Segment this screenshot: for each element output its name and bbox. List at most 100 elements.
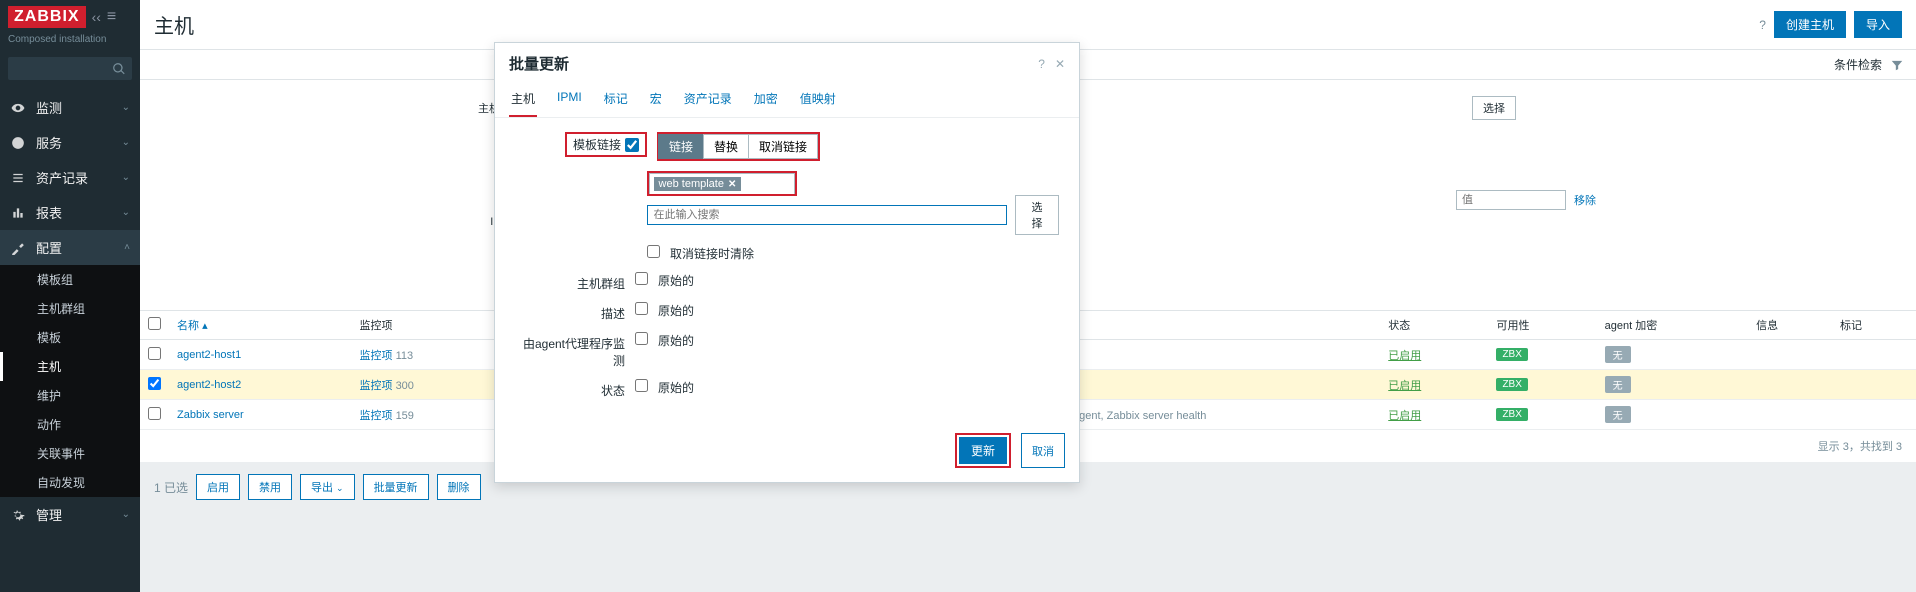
status-link[interactable]: 已启用 <box>1388 380 1421 392</box>
sidebar-item-services[interactable]: 服务⌄ <box>0 125 140 160</box>
mtab-host[interactable]: 主机 <box>509 84 537 117</box>
sidebar-search[interactable] <box>8 57 132 80</box>
sidebar-item-monitor[interactable]: 监测⌄ <box>0 90 140 125</box>
items-link[interactable]: 监控项 <box>360 410 393 422</box>
export-button[interactable]: 导出⌄ <box>300 474 355 500</box>
clear-on-unlink-checkbox[interactable] <box>647 245 660 258</box>
mtab-inventory[interactable]: 资产记录 <box>682 84 734 117</box>
chevron-up-icon: ˄ <box>124 242 130 253</box>
sub-template-groups[interactable]: 模板组 <box>0 265 140 294</box>
collapse-icon[interactable]: ‹‹ <box>92 9 101 25</box>
modal-row-checkbox[interactable] <box>635 302 648 315</box>
col-agent-enc[interactable]: agent 加密 <box>1597 311 1748 340</box>
filter-select-button[interactable]: 选择 <box>1472 96 1516 120</box>
template-chip-box: web template ✕ <box>647 171 797 196</box>
modal-row-label: 主机群组 <box>515 272 625 292</box>
selected-count: 1 已选 <box>154 479 188 496</box>
chevron-down-icon: ⌄ <box>122 137 130 148</box>
sidebar-item-inventory[interactable]: 资产记录⌄ <box>0 160 140 195</box>
zbx-badge: ZBX <box>1496 408 1527 421</box>
sidebar-item-admin[interactable]: 管理⌄ <box>0 497 140 532</box>
modal-body: 模板链接 链接 替换 取消链接 web template <box>495 118 1079 423</box>
sub-templates[interactable]: 模板 <box>0 323 140 352</box>
sub-maintenance[interactable]: 维护 <box>0 381 140 410</box>
search-icon[interactable] <box>112 61 126 76</box>
delete-button[interactable]: 删除 <box>437 474 481 500</box>
install-subtitle: Composed installation <box>0 34 140 53</box>
link-mode-segmented: 链接 替换 取消链接 <box>657 132 820 161</box>
mtab-macros[interactable]: 宏 <box>648 84 664 117</box>
update-button[interactable]: 更新 <box>959 437 1007 464</box>
seg-unlink[interactable]: 取消链接 <box>748 134 818 159</box>
massupdate-button[interactable]: 批量更新 <box>363 474 429 500</box>
sub-actions[interactable]: 动作 <box>0 410 140 439</box>
eye-icon <box>10 100 26 116</box>
help-icon[interactable]: ? <box>1759 18 1766 32</box>
encryption-badge: 无 <box>1605 406 1631 423</box>
modal-row-value: 原始的 <box>658 272 694 289</box>
items-link[interactable]: 监控项 <box>360 380 393 392</box>
cancel-button[interactable]: 取消 <box>1021 433 1065 468</box>
modal-row-value: 原始的 <box>658 379 694 396</box>
seg-link[interactable]: 链接 <box>658 134 704 159</box>
template-search-input[interactable] <box>647 205 1008 225</box>
mtab-encryption[interactable]: 加密 <box>752 84 780 117</box>
modal-close-icon[interactable]: ✕ <box>1055 57 1065 71</box>
status-link[interactable]: 已启用 <box>1388 410 1421 422</box>
encryption-badge: 无 <box>1605 376 1631 393</box>
select-all-checkbox[interactable] <box>148 317 161 330</box>
tag-remove-link[interactable]: 移除 <box>1574 192 1596 208</box>
tag-value-input[interactable] <box>1456 190 1566 210</box>
mtab-tags[interactable]: 标记 <box>602 84 630 117</box>
items-link[interactable]: 监控项 <box>360 350 393 362</box>
row-checkbox[interactable] <box>148 407 161 420</box>
modal-row-checkbox[interactable] <box>635 379 648 392</box>
filter-toggle-label[interactable]: 条件检索 <box>1834 56 1882 73</box>
chip-remove-icon[interactable]: ✕ <box>728 179 736 190</box>
chevron-down-icon: ⌄ <box>122 172 130 183</box>
mtab-ipmi[interactable]: IPMI <box>555 84 584 117</box>
mtab-valuemap[interactable]: 值映射 <box>798 84 838 117</box>
col-availability[interactable]: 可用性 <box>1488 311 1596 340</box>
enable-button[interactable]: 启用 <box>196 474 240 500</box>
modal-row-label: 描述 <box>515 302 625 322</box>
seg-replace[interactable]: 替换 <box>703 134 749 159</box>
row-checkbox[interactable] <box>148 377 161 390</box>
brand-logo: ZABBIX <box>8 6 86 28</box>
template-chip: web template ✕ <box>654 177 742 191</box>
modal-row-value: 原始的 <box>658 302 694 319</box>
col-info[interactable]: 信息 <box>1748 311 1832 340</box>
sub-host-groups[interactable]: 主机群组 <box>0 294 140 323</box>
template-link-checkbox[interactable] <box>625 138 639 152</box>
chevron-down-icon: ⌄ <box>122 509 130 520</box>
zbx-badge: ZBX <box>1496 378 1527 391</box>
host-name-link[interactable]: agent2-host2 <box>177 379 241 391</box>
sidebar-search-input[interactable] <box>14 61 112 76</box>
sub-correlation[interactable]: 关联事件 <box>0 439 140 468</box>
template-select-button[interactable]: 选择 <box>1015 195 1059 235</box>
filter-icon[interactable] <box>1890 57 1904 72</box>
sub-discovery[interactable]: 自动发现 <box>0 468 140 497</box>
col-status[interactable]: 状态 <box>1380 311 1488 340</box>
modal-help-icon[interactable]: ? <box>1038 57 1045 71</box>
sub-hosts[interactable]: 主机 <box>0 352 140 381</box>
logo-row: ZABBIX ‹‹ ≡ <box>0 0 140 34</box>
host-name-link[interactable]: Zabbix server <box>177 409 244 421</box>
col-items[interactable]: 监控项 <box>352 311 508 340</box>
col-name[interactable]: 名称 ▴ <box>169 311 352 340</box>
host-name-link[interactable]: agent2-host1 <box>177 349 241 361</box>
disable-button[interactable]: 禁用 <box>248 474 292 500</box>
modal-row-checkbox[interactable] <box>635 332 648 345</box>
zbx-badge: ZBX <box>1496 348 1527 361</box>
menu-icon[interactable]: ≡ <box>107 8 116 26</box>
template-link-label: 模板链接 <box>573 136 621 153</box>
create-host-button[interactable]: 创建主机 <box>1774 11 1846 38</box>
row-checkbox[interactable] <box>148 347 161 360</box>
modal-footer: 更新 取消 <box>495 423 1079 482</box>
modal-row-checkbox[interactable] <box>635 272 648 285</box>
import-button[interactable]: 导入 <box>1854 11 1902 38</box>
sidebar-item-config[interactable]: 配置˄ <box>0 230 140 265</box>
sidebar-item-reports[interactable]: 报表⌄ <box>0 195 140 230</box>
col-tags[interactable]: 标记 <box>1832 311 1916 340</box>
status-link[interactable]: 已启用 <box>1388 350 1421 362</box>
